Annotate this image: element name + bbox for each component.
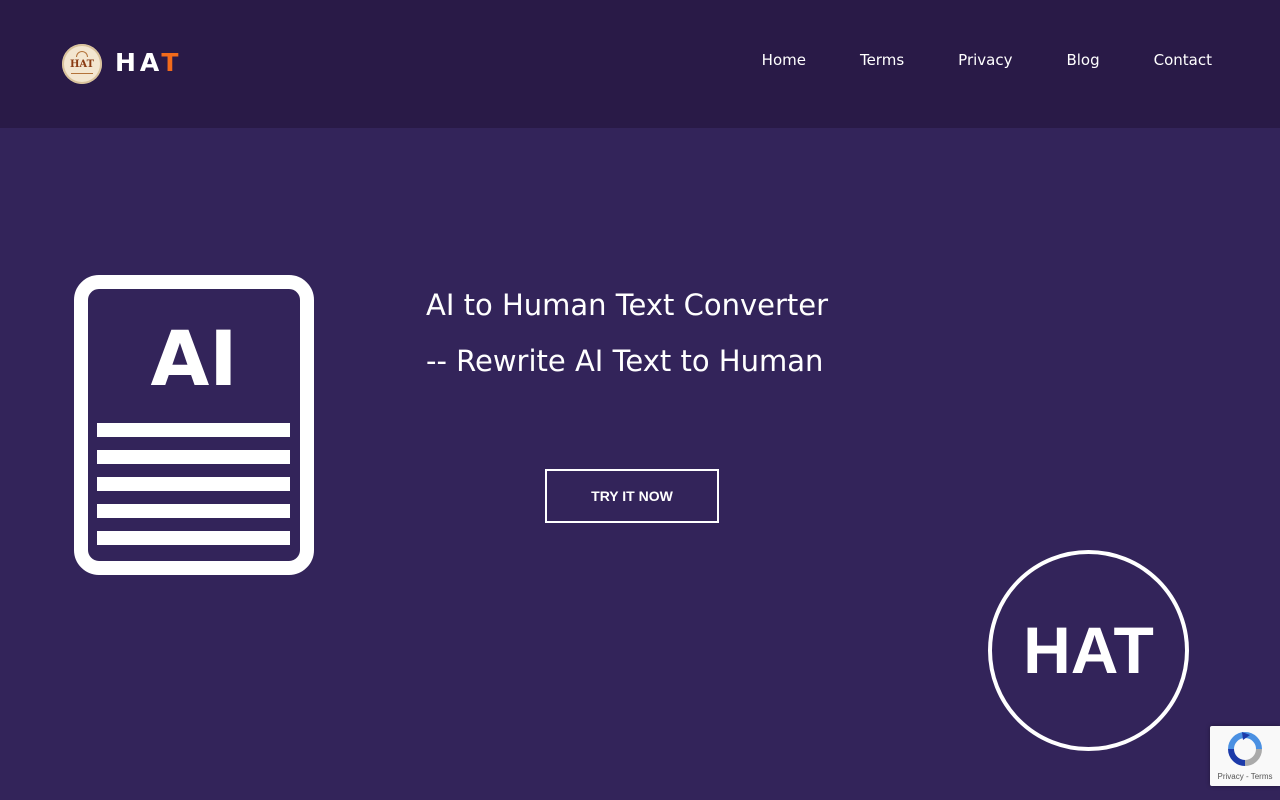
site-header: HAT HAT Home Terms Privacy Blog Contact [0, 0, 1280, 128]
nav-privacy-link[interactable]: Privacy [958, 49, 1012, 71]
recaptcha-privacy-link[interactable]: Privacy [1218, 772, 1244, 781]
nav-contact-link[interactable]: Contact [1154, 49, 1212, 71]
nav-terms-link[interactable]: Terms [860, 49, 904, 71]
hero-subtitle: -- Rewrite AI Text to Human [426, 344, 824, 378]
recaptcha-separator: - [1243, 772, 1251, 781]
doc-icon-ai-label: AI [150, 314, 237, 403]
brand-logo[interactable]: HAT [115, 46, 182, 80]
nav-blog-link[interactable]: Blog [1066, 49, 1099, 71]
ai-document-icon: AI [74, 275, 314, 575]
try-it-now-button[interactable]: TRY IT NOW [545, 469, 719, 523]
logo-badge-text: HAT [69, 59, 95, 70]
badge-divider [71, 73, 93, 74]
brand-text: HA [115, 48, 162, 77]
recaptcha-badge[interactable]: Privacy - Terms [1210, 726, 1280, 786]
hat-circle-logo: HAT [988, 550, 1189, 751]
nav-home-link[interactable]: Home [762, 49, 806, 71]
main-nav: Home Terms Privacy Blog Contact [762, 49, 1212, 71]
hat-circle-text: HAT [1023, 612, 1154, 687]
hero-title: AI to Human Text Converter [426, 288, 829, 322]
recaptcha-icon [1228, 732, 1262, 766]
recaptcha-terms-link[interactable]: Terms [1251, 772, 1273, 781]
logo-badge-icon[interactable]: HAT [62, 44, 102, 84]
brand-accent-letter: T [161, 48, 183, 77]
recaptcha-links: Privacy - Terms [1210, 772, 1280, 781]
badge-ornament [76, 51, 88, 57]
